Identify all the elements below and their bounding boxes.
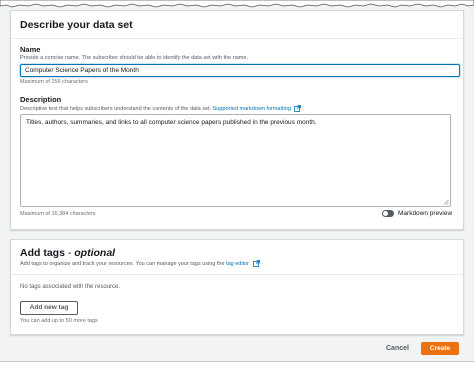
tags-limit-hint: You can add up to 50 more tags — [20, 318, 98, 324]
tags-divider — [11, 274, 463, 275]
tags-title: Add tags — [20, 247, 65, 259]
tags-title-separator: - — [64, 247, 75, 259]
tag-editor-link[interactable]: tag editor — [226, 261, 249, 267]
cancel-button[interactable]: Cancel — [386, 345, 409, 352]
create-button[interactable]: Create — [421, 342, 459, 355]
name-label: Name — [20, 45, 41, 54]
markdown-preview-label: Markdown preview — [398, 210, 453, 217]
description-limit-hint: Maximum of 16,384 characters — [20, 211, 96, 217]
external-link-icon[interactable] — [294, 105, 302, 112]
description-help-text: Descriptive text that helps subscribers … — [20, 105, 212, 112]
tags-optional: optional — [74, 247, 116, 259]
description-text: Titles, authors, summaries, and links to… — [26, 119, 317, 126]
tags-empty-text: No tags associated with the resource. — [20, 284, 121, 290]
description-textarea[interactable]: Titles, authors, summaries, and links to… — [20, 114, 451, 207]
external-link-icon[interactable] — [252, 260, 260, 267]
dataset-details-panel: Describe your data set Name Provide a co… — [10, 10, 464, 230]
name-description: Provide a concise name. The subscriber s… — [20, 55, 248, 61]
panel-title-dataset: Describe your data set — [20, 19, 133, 31]
name-input[interactable]: Computer Science Papers of the Month — [20, 64, 460, 77]
tags-panel: Add tags - optional Add tags to organize… — [10, 239, 464, 335]
tags-description-text: Add tags to organize and track your reso… — [20, 260, 225, 267]
panel-divider — [11, 38, 463, 39]
description-help: Descriptive text that helps subscribers … — [20, 105, 302, 112]
panel-title-tags: Add tags - optional — [20, 247, 115, 259]
page-bottom-edge — [0, 361, 474, 367]
markdown-formatting-link[interactable]: Supported markdown formatting — [213, 106, 291, 112]
add-new-tag-button[interactable]: Add new tag — [20, 301, 78, 315]
tags-description: Add tags to organize and track your reso… — [20, 260, 260, 267]
description-label: Description — [20, 95, 62, 104]
markdown-preview-toggle[interactable] — [382, 210, 394, 217]
name-limit-hint: Maximum of 256 characters — [20, 79, 88, 85]
resize-handle-icon[interactable] — [443, 199, 449, 205]
